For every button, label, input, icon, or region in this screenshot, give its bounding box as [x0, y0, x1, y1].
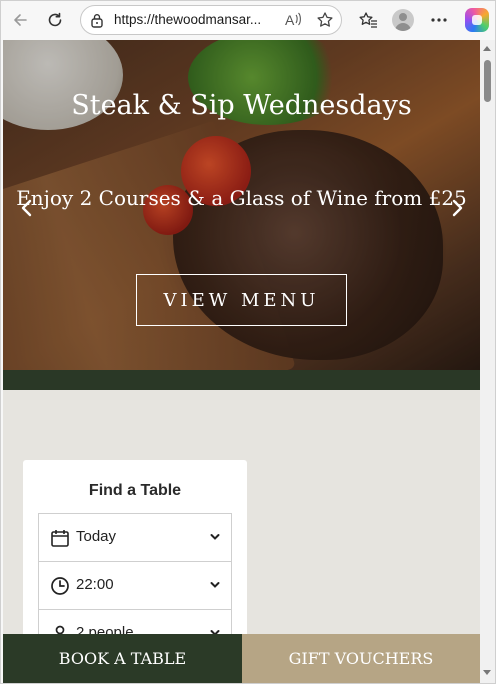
read-aloud-icon[interactable]: A [285, 12, 303, 32]
chevron-down-icon [210, 582, 220, 588]
hero-banner: Steak & Sip Wednesdays Enjoy 2 Courses &… [3, 40, 480, 370]
address-bar[interactable]: https://thewoodmansar... A [80, 5, 342, 35]
carousel-next-icon[interactable] [447, 198, 467, 220]
vertical-scrollbar[interactable] [480, 40, 495, 683]
browser-toolbar: https://thewoodmansar... A [1, 1, 495, 39]
gift-vouchers-button[interactable]: GIFT VOUCHERS [242, 634, 480, 683]
time-select[interactable]: 22:00 [38, 561, 232, 610]
date-value: Today [76, 528, 117, 545]
calendar-icon [51, 530, 69, 547]
refresh-icon[interactable] [42, 7, 68, 33]
url-text: https://thewoodmansar... [114, 12, 262, 27]
scrollbar-thumb[interactable] [484, 60, 491, 102]
chevron-down-icon [210, 534, 220, 540]
more-icon[interactable] [426, 7, 452, 33]
favorites-icon[interactable] [355, 7, 381, 33]
lock-icon[interactable] [90, 13, 104, 32]
svg-text:A: A [285, 12, 295, 28]
browser-window: https://thewoodmansar... A Steak & Sip W… [0, 0, 496, 684]
profile-avatar-icon[interactable] [392, 9, 414, 31]
back-arrow-icon[interactable] [7, 7, 33, 33]
copilot-icon[interactable] [465, 8, 489, 32]
carousel-prev-icon[interactable] [17, 198, 37, 220]
clock-icon [51, 577, 69, 595]
hero-title: Steak & Sip Wednesdays [71, 90, 412, 121]
hero-footer-band [3, 370, 480, 390]
page-viewport: Steak & Sip Wednesdays Enjoy 2 Courses &… [3, 40, 480, 683]
card-title: Find a Table [88, 482, 182, 499]
scroll-down-icon[interactable] [483, 670, 491, 675]
book-a-table-button[interactable]: BOOK A TABLE [3, 634, 242, 683]
favorite-star-icon[interactable] [316, 11, 334, 33]
date-select[interactable]: Today [38, 513, 232, 562]
scroll-up-icon[interactable] [483, 46, 491, 51]
time-value: 22:00 [76, 576, 114, 593]
hero-subtitle: Enjoy 2 Courses & a Glass of Wine from £… [16, 186, 467, 210]
view-menu-button[interactable]: VIEW MENU [136, 274, 347, 326]
sticky-bottom-bar: BOOK A TABLE GIFT VOUCHERS [3, 634, 480, 683]
